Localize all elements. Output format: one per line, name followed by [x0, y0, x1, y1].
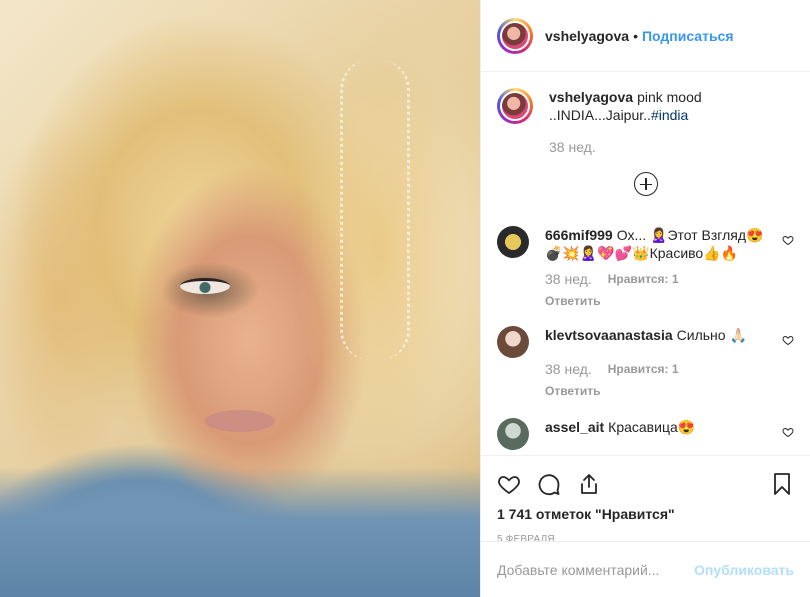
comment-username[interactable]: assel_ait: [545, 419, 604, 435]
author-username[interactable]: vshelyagova: [545, 28, 629, 44]
load-more: [497, 172, 794, 196]
comment-icon[interactable]: [537, 472, 561, 496]
comment-heart-icon[interactable]: [782, 334, 794, 346]
caption-meta: 38 нед.: [549, 138, 794, 156]
likes-count[interactable]: 1 741 отметок "Нравится": [497, 506, 794, 522]
action-icons: [497, 464, 794, 504]
comment-input[interactable]: Добавьте комментарий...: [497, 562, 694, 578]
author-avatar[interactable]: [497, 17, 533, 54]
plus-circle-icon[interactable]: [633, 172, 658, 196]
photo-lips: [205, 410, 275, 432]
reply-button[interactable]: Ответить: [545, 292, 770, 310]
publish-button[interactable]: Опубликовать: [694, 562, 794, 578]
comment-body: 666mif999 Ох... 🙎‍♀️Этот Взгляд😍 💣💥🙎‍♀️💖💕…: [545, 226, 794, 310]
comment-age[interactable]: 38 нед.: [545, 360, 592, 378]
comment-likes[interactable]: Нравится: 1: [608, 270, 679, 288]
comment-username[interactable]: klevtsovaanastasia: [545, 327, 673, 343]
photo-bracelet: [340, 60, 410, 360]
comment-text: Ох... 🙎‍♀️Этот Взгляд😍: [616, 227, 764, 243]
post-side-panel: vshelyagova • Подписаться vshelyagova pin…: [480, 0, 810, 597]
comment-username[interactable]: 666mif999: [545, 227, 613, 243]
caption: vshelyagova pink mood ..INDIA...Jaipur..#…: [497, 88, 794, 156]
comment-meta: 38 нед. Нравится: 1: [545, 360, 770, 378]
comment-body: klevtsovaanastasia Сильно 🙏🏻 38 нед. Нрав…: [545, 326, 794, 400]
comment-meta: 38 нед. Нравится: 1: [545, 270, 770, 288]
comment-text: Красавица😍: [608, 419, 696, 435]
hashtag-link[interactable]: #india: [651, 107, 688, 123]
photo-shirt: [0, 467, 480, 597]
commenter-avatar[interactable]: [497, 326, 529, 358]
caption-body: vshelyagova pink mood ..INDIA...Jaipur..#…: [549, 88, 794, 156]
comment-heart-icon[interactable]: [782, 426, 794, 438]
comment-likes[interactable]: Нравится: 1: [608, 360, 679, 378]
share-icon[interactable]: [577, 472, 601, 496]
caption-text-2: ..INDIA...Jaipur..: [549, 107, 651, 123]
heart-icon[interactable]: [497, 472, 521, 496]
caption-text: pink mood: [637, 89, 702, 105]
comment-item: assel_ait Красавица😍: [497, 418, 794, 450]
post-photo[interactable]: [0, 0, 480, 597]
post-dialog: vshelyagova • Подписаться vshelyagova pin…: [0, 0, 810, 597]
comment-item: klevtsovaanastasia Сильно 🙏🏻 38 нед. Нрав…: [497, 326, 794, 400]
comment-body: assel_ait Красавица😍: [545, 418, 794, 436]
comments-list[interactable]: vshelyagova pink mood ..INDIA...Jaipur..#…: [481, 72, 810, 455]
caption-avatar[interactable]: [497, 88, 533, 124]
commenter-avatar[interactable]: [497, 418, 529, 450]
comment-text-2: 💣💥🙎‍♀️💖💕👑Красиво👍🔥: [545, 245, 739, 261]
post-header: vshelyagova • Подписаться: [481, 0, 810, 72]
comment-heart-icon[interactable]: [782, 234, 794, 246]
photo-eye: [180, 278, 230, 294]
separator-dot: •: [633, 27, 638, 44]
add-comment-bar: Добавьте комментарий... Опубликовать: [481, 541, 810, 597]
post-actions: 1 741 отметок "Нравится" 5 ФЕВРАЛЯ Добав…: [481, 455, 810, 597]
caption-age[interactable]: 38 нед.: [549, 138, 596, 156]
follow-button[interactable]: Подписаться: [642, 28, 734, 44]
reply-button[interactable]: Ответить: [545, 382, 770, 400]
bookmark-icon[interactable]: [770, 472, 794, 496]
comment-item: 666mif999 Ох... 🙎‍♀️Этот Взгляд😍 💣💥🙎‍♀️💖💕…: [497, 226, 794, 310]
comment-text: Сильно 🙏🏻: [676, 327, 747, 343]
commenter-avatar[interactable]: [497, 226, 529, 258]
caption-username[interactable]: vshelyagova: [549, 89, 633, 105]
comment-age[interactable]: 38 нед.: [545, 270, 592, 288]
